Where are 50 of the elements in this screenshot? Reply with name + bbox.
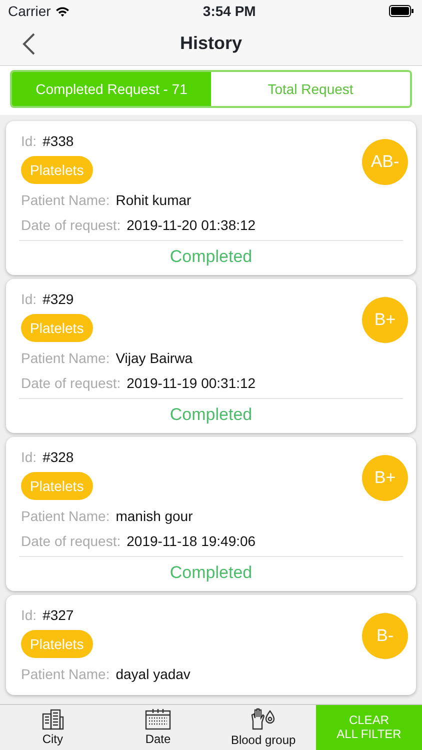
status-text: Completed [19, 398, 403, 427]
blood-group-badge: AB- [362, 139, 408, 185]
request-id: #327 [42, 606, 74, 625]
field-label: Patient Name: [21, 507, 110, 526]
filter-button[interactable]: City [0, 705, 106, 750]
field-label: Date of request: [21, 216, 121, 235]
request-date: 2019-11-18 19:49:06 [126, 532, 256, 551]
calendar-icon [144, 708, 171, 730]
field-label: Patient Name: [21, 191, 110, 210]
id-label: Id: [21, 606, 37, 625]
blood-group-badge: B+ [362, 297, 408, 343]
blood-group-badge: B- [362, 613, 408, 659]
request-date: 2019-11-20 01:38:12 [126, 216, 256, 235]
status-text: Completed [19, 556, 403, 585]
hand-drop-icon [250, 706, 276, 730]
battery-icon [388, 5, 414, 17]
request-type-badge: Platelets [21, 472, 93, 500]
status-text: Completed [19, 240, 403, 269]
blood-group-badge: B+ [362, 455, 408, 501]
field-label: Date of request: [21, 374, 121, 393]
id-label: Id: [21, 290, 37, 309]
request-type-badge: Platelets [21, 314, 93, 342]
request-type-badge: Platelets [21, 156, 93, 184]
patient-name: Vijay Bairwa [116, 349, 192, 368]
back-icon [22, 32, 36, 56]
request-card[interactable]: Id: #328 Platelets B+ Patient Name: manish gour Date of request: 2019-11-18 19:49:06 Completed [6, 437, 416, 591]
request-type-badge: Platelets [21, 630, 93, 658]
request-card[interactable]: Id: #338 Platelets AB- Patient Name: Rohit kumar Date of request: 2019-11-20 01:38:12 Completed [6, 121, 416, 275]
field-label: Patient Name: [21, 349, 110, 368]
patient-name: dayal yadav [116, 665, 190, 684]
id-label: Id: [21, 448, 37, 467]
page-title: History [180, 32, 242, 55]
request-date: 2019-11-19 00:31:12 [126, 374, 256, 393]
request-id: #328 [42, 448, 74, 467]
request-id: #338 [42, 132, 74, 151]
filter-button[interactable]: Date [105, 705, 211, 750]
request-card[interactable]: Id: #327 Platelets B- Patient Name: dayal yadav [6, 595, 416, 695]
filter-button[interactable]: Blood group [210, 705, 316, 750]
field-label: Date of request: [21, 532, 121, 551]
patient-name: manish gour [116, 507, 193, 526]
request-id: #329 [42, 290, 74, 309]
field-label: Patient Name: [21, 665, 110, 684]
request-card[interactable]: Id: #329 Platelets B+ Patient Name: Vijay Bairwa Date of request: 2019-11-19 00:31:12 Completed [6, 279, 416, 433]
buildings-icon [40, 708, 65, 730]
carrier-label: Carrier [8, 2, 51, 20]
back-button[interactable] [22, 32, 36, 56]
clock-time: 3:54 PM [202, 2, 256, 20]
patient-name: Rohit kumar [116, 191, 192, 210]
wifi-icon [54, 6, 70, 16]
id-label: Id: [21, 132, 37, 151]
